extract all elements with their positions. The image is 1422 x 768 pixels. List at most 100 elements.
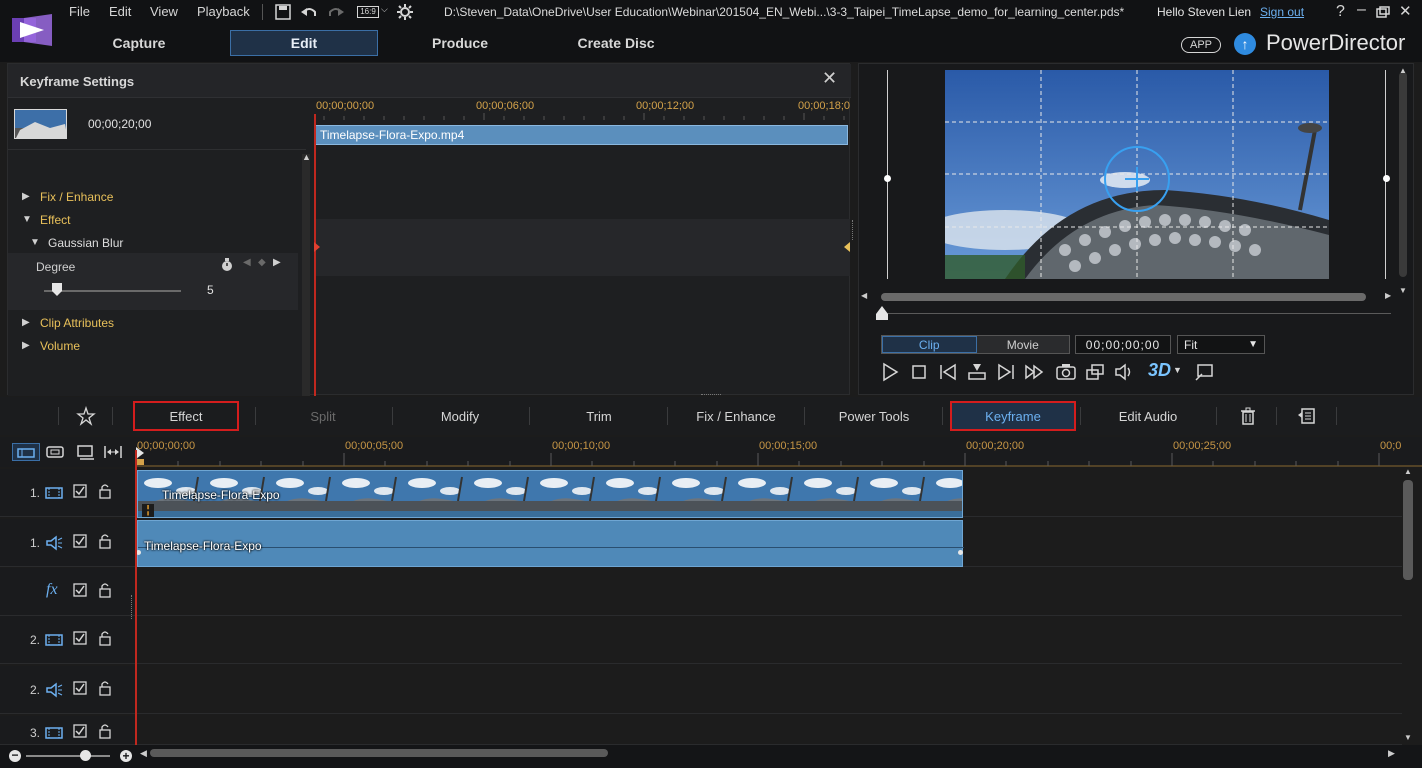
add-keyframe-icon[interactable]: ◆ — [258, 257, 266, 268]
modify-button[interactable]: Modify — [410, 401, 510, 431]
keyframe-clip-bar[interactable]: Timelapse-Flora-Expo.mp4 — [315, 125, 848, 145]
split-button[interactable]: Split — [273, 401, 373, 431]
close-icon[interactable]: ✕ — [822, 68, 837, 89]
tab-clip[interactable]: Clip — [882, 336, 977, 353]
preview-scrubber-track[interactable] — [881, 313, 1391, 314]
kf-row-gaussian-blur[interactable]: ▼ Gaussian Blur — [8, 231, 298, 254]
volume-icon[interactable] — [1113, 361, 1135, 383]
3d-mode-button[interactable]: 3D — [1148, 360, 1171, 381]
preview-quality-icon[interactable] — [1084, 361, 1106, 383]
kf-row-effect[interactable]: ▼ Effect — [8, 208, 298, 231]
close-window-icon[interactable]: ✕ — [1399, 2, 1412, 20]
audio-clip[interactable]: Timelapse-Flora-Expo — [136, 520, 964, 567]
track-enable-checkbox[interactable] — [73, 484, 87, 498]
next-frame-icon[interactable] — [995, 361, 1017, 383]
kf-row-volume[interactable]: ▶ Volume — [8, 334, 298, 357]
app-badge[interactable]: APP — [1181, 37, 1221, 53]
snapshot-camera-icon[interactable] — [1055, 361, 1077, 383]
effect-button[interactable]: Effect — [133, 401, 239, 431]
split-clip-icon[interactable] — [966, 361, 988, 383]
tab-create-disc[interactable]: Create Disc — [542, 30, 690, 56]
keyframe-playhead[interactable] — [314, 114, 316, 396]
lock-icon[interactable] — [98, 533, 112, 549]
zoom-slider-thumb[interactable] — [80, 750, 91, 761]
next-keyframe-icon[interactable]: ▶ — [273, 257, 281, 268]
left-handle[interactable] — [884, 175, 891, 182]
expand-arrow-icon[interactable]: ▶ — [22, 340, 40, 351]
scroll-up-arrow-icon[interactable]: ▲ — [302, 152, 311, 162]
track-lane-video-3[interactable] — [135, 716, 1402, 745]
reset-stopwatch-icon[interactable] — [220, 258, 234, 272]
preview-hscroll[interactable] — [881, 293, 1366, 301]
kf-row-clip-attributes[interactable]: ▶ Clip Attributes — [8, 311, 298, 334]
preview-vscroll[interactable] — [1399, 72, 1407, 277]
help-icon[interactable]: ? — [1336, 3, 1345, 21]
track-enable-checkbox[interactable] — [73, 631, 87, 645]
restore-window-icon[interactable] — [1376, 6, 1390, 18]
undock-preview-icon[interactable] — [1193, 361, 1215, 383]
track-enable-checkbox[interactable] — [73, 583, 87, 597]
tab-capture[interactable]: Capture — [65, 30, 213, 56]
lock-icon[interactable] — [98, 723, 112, 739]
scroll-left-arrow-icon[interactable]: ◀ — [140, 748, 147, 759]
power-tools-button[interactable]: Power Tools — [820, 401, 928, 431]
kf-row-fix-enhance[interactable]: ▶ Fix / Enhance — [8, 185, 298, 208]
lock-icon[interactable] — [98, 680, 112, 696]
delete-trash-icon[interactable] — [1239, 407, 1257, 425]
tab-edit[interactable]: Edit — [230, 30, 378, 56]
menu-edit[interactable]: Edit — [109, 4, 131, 20]
zoom-slider-track[interactable] — [26, 755, 110, 757]
tab-movie[interactable]: Movie — [976, 336, 1069, 353]
lock-icon[interactable] — [98, 630, 112, 646]
zoom-in-icon[interactable]: + — [120, 750, 132, 762]
zoom-out-icon[interactable]: − — [9, 749, 21, 762]
more-features-icon[interactable] — [1298, 407, 1316, 425]
tab-produce[interactable]: Produce — [386, 30, 534, 56]
scroll-left-arrow-icon[interactable]: ◀ — [861, 291, 867, 300]
track-enable-checkbox[interactable] — [73, 724, 87, 738]
preview-timecode[interactable]: 00;00;00;00 — [1075, 335, 1171, 354]
volume-keyframe-end[interactable] — [958, 550, 963, 555]
minimize-icon[interactable]: – — [1357, 1, 1366, 19]
right-handle[interactable] — [1383, 175, 1390, 182]
track-lane-video-2[interactable] — [135, 616, 1402, 664]
magic-tools-icon[interactable] — [76, 406, 96, 426]
timeline-ruler[interactable]: 00;00;00;00 00;00;05;00 00;00;10;00 00;0… — [0, 437, 1422, 467]
upgrade-arrow-icon[interactable]: ↑ — [1234, 33, 1256, 55]
keyframe-end-marker-icon[interactable] — [844, 242, 850, 252]
timeline-view-button[interactable] — [12, 443, 40, 461]
timeline-hscroll[interactable] — [150, 749, 608, 757]
panel-resize-grip[interactable] — [701, 394, 721, 396]
settings-gear-icon[interactable] — [396, 4, 414, 20]
scroll-up-arrow-icon[interactable]: ▲ — [1399, 66, 1407, 75]
fit-timeline-icon[interactable] — [103, 444, 123, 460]
previous-frame-icon[interactable] — [937, 361, 959, 383]
stop-icon[interactable] — [908, 361, 930, 383]
scroll-down-arrow-icon[interactable]: ▼ — [1404, 733, 1412, 742]
aspect-ratio-selector[interactable]: 16:9 — [357, 6, 379, 18]
track-enable-checkbox[interactable] — [73, 534, 87, 548]
sign-out-link[interactable]: Sign out — [1260, 5, 1304, 19]
undo-icon[interactable] — [300, 4, 318, 20]
track-manager-icon[interactable] — [76, 443, 96, 461]
lock-icon[interactable] — [98, 483, 112, 499]
expand-arrow-icon[interactable]: ▶ — [22, 191, 40, 202]
track-lane-audio-2[interactable] — [135, 666, 1402, 714]
menu-file[interactable]: File — [69, 4, 90, 20]
zoom-fit-select[interactable]: Fit ▼ — [1177, 335, 1265, 354]
expand-arrow-icon[interactable]: ▶ — [22, 317, 40, 328]
video-clip[interactable]: Timelapse-Flora-Expo ¦ — [137, 470, 963, 518]
fix-enhance-button[interactable]: Fix / Enhance — [680, 401, 792, 431]
save-icon[interactable] — [274, 4, 292, 20]
track-lane-fx[interactable] — [135, 568, 1402, 616]
fast-forward-icon[interactable] — [1024, 361, 1046, 383]
timeline-playhead[interactable] — [135, 450, 137, 750]
storyboard-view-icon[interactable] — [45, 444, 65, 460]
scroll-right-arrow-icon[interactable]: ▶ — [1388, 748, 1395, 759]
scroll-down-arrow-icon[interactable]: ▼ — [1399, 286, 1407, 295]
menu-view[interactable]: View — [150, 4, 178, 20]
preview-scrubber-thumb[interactable] — [876, 306, 888, 320]
redo-icon[interactable] — [327, 4, 345, 20]
keyframe-ruler[interactable]: 00;00;00;00 00;00;06;00 00;00;12;00 00;0… — [314, 98, 851, 120]
menu-playback[interactable]: Playback — [197, 4, 250, 20]
